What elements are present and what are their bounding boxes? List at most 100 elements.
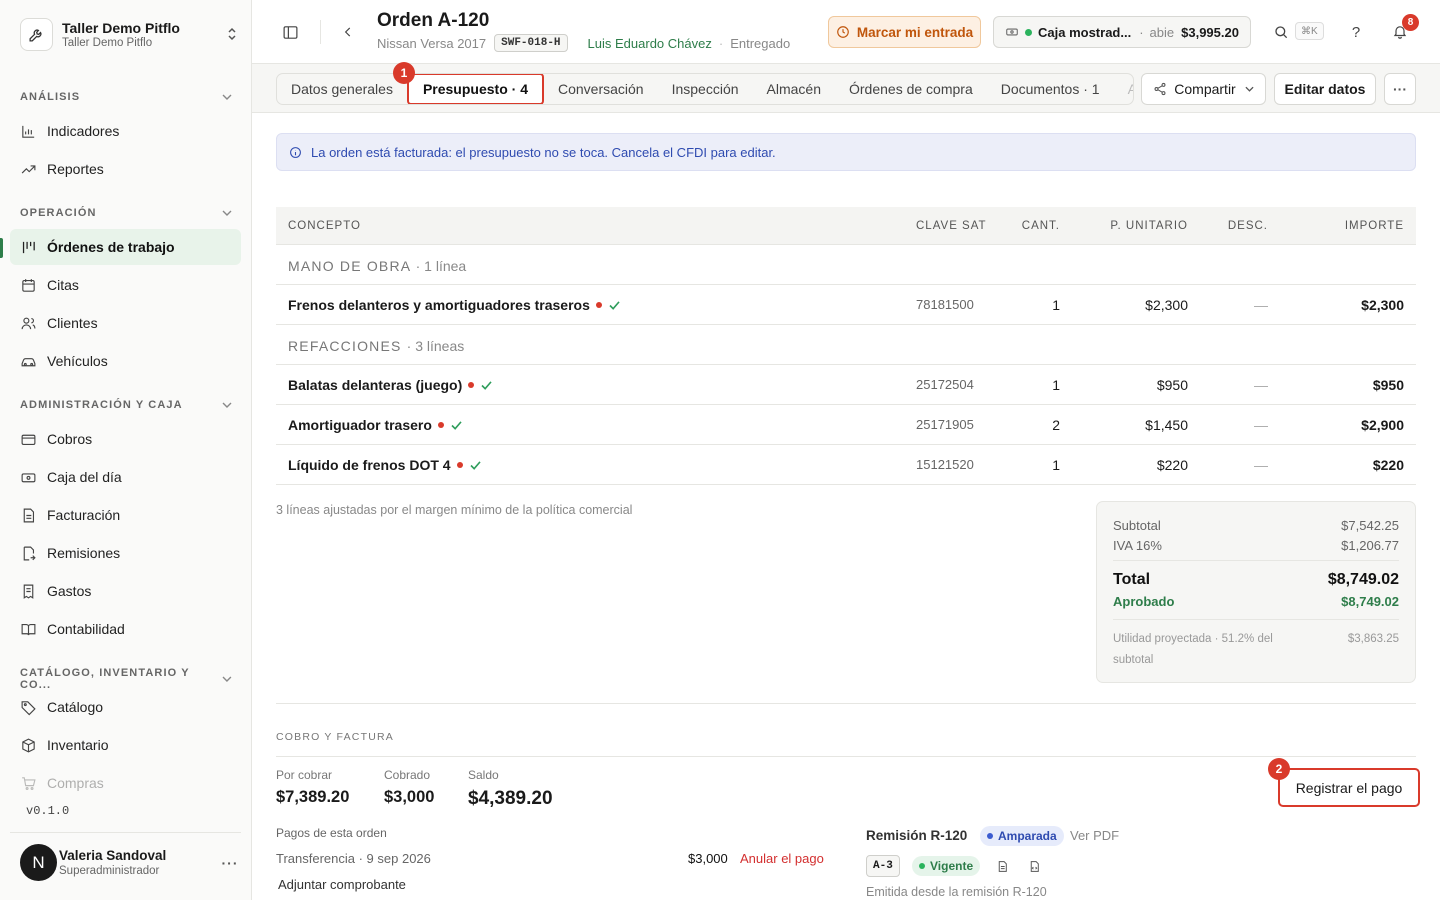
view-pdf-link[interactable]: Ver PDF bbox=[1070, 828, 1119, 843]
status-badge: Vigente bbox=[912, 856, 981, 876]
kanban-icon bbox=[22, 241, 35, 253]
table-row[interactable]: Líquido de frenos DOT 4 15121520 1 $220 … bbox=[276, 445, 1416, 485]
cash-icon bbox=[21, 472, 36, 482]
tab-datos-generales[interactable]: Datos generales bbox=[277, 74, 407, 104]
search-icon[interactable] bbox=[1271, 22, 1291, 42]
register-payment-button[interactable]: Registrar el pago bbox=[1278, 768, 1420, 807]
info-alert: La orden está facturada: el presupuesto … bbox=[276, 133, 1416, 171]
approved-label: Aprobado bbox=[1113, 594, 1175, 609]
main: Orden A-120 Nissan Versa 2017 SWF-018-H … bbox=[252, 0, 1440, 900]
chevron-updown-icon bbox=[224, 26, 240, 42]
status-dot bbox=[468, 382, 475, 388]
line-disc: — bbox=[1254, 377, 1268, 393]
tab-conversacion[interactable]: Conversación bbox=[544, 74, 658, 104]
tab-overflow[interactable]: Ad bbox=[1114, 74, 1133, 104]
edit-button[interactable]: Editar datos bbox=[1274, 73, 1376, 105]
customer-link[interactable]: Luis Eduardo Chávez bbox=[588, 36, 712, 51]
section-catalogo[interactable]: CATÁLOGO, INVENTARIO Y CO... bbox=[20, 667, 232, 691]
invoice-tag: A-3 bbox=[866, 855, 900, 877]
notification-badge: 8 bbox=[1402, 14, 1419, 31]
sidebar-item-compras[interactable]: Compras bbox=[10, 765, 241, 801]
subtotal-value: $7,542.25 bbox=[1341, 518, 1399, 533]
section-operacion[interactable]: OPERACIÓN bbox=[20, 207, 232, 219]
separator: · bbox=[1139, 24, 1144, 40]
remision-title: Remisión R-120 bbox=[866, 828, 968, 843]
total-value: $8,749.02 bbox=[1327, 571, 1399, 588]
tab-inspeccion[interactable]: Inspección bbox=[658, 74, 753, 104]
sidebar-item-remisiones[interactable]: Remisiones bbox=[10, 535, 241, 571]
tab-almacen[interactable]: Almacén bbox=[753, 74, 835, 104]
user-menu[interactable]: N Valeria Sandoval Superadministrador ··… bbox=[10, 832, 241, 892]
table-header: CONCEPTO CLAVE SAT CANT. P. UNITARIO DES… bbox=[276, 207, 1416, 245]
chevron-down-icon bbox=[222, 210, 232, 216]
tab-ordenes-compra[interactable]: Órdenes de compra bbox=[835, 74, 987, 104]
void-payment-link[interactable]: Anular el pago bbox=[740, 851, 824, 866]
table-row[interactable]: Frenos delanteros y amortiguadores trase… bbox=[276, 285, 1416, 325]
line-qty: 2 bbox=[1052, 417, 1060, 433]
sidebar-item-caja[interactable]: Caja del día bbox=[10, 459, 241, 495]
approved-value: $8,749.02 bbox=[1341, 594, 1399, 609]
users-icon bbox=[21, 317, 36, 329]
line-unit: $1,450 bbox=[1145, 417, 1188, 433]
group-label: REFACCIONES · 3 líneas bbox=[288, 338, 465, 354]
back-icon[interactable] bbox=[338, 22, 358, 42]
line-unit: $950 bbox=[1156, 377, 1188, 393]
sidebar-item-cobros[interactable]: Cobros bbox=[10, 421, 241, 457]
app-version: v0.1.0 bbox=[26, 804, 70, 818]
user-role: Superadministrador bbox=[59, 865, 160, 877]
section-administracion[interactable]: ADMINISTRACIÓN Y CAJA bbox=[20, 399, 232, 411]
chevron-down-icon bbox=[222, 676, 232, 682]
sidebar-item-indicadores[interactable]: Indicadores bbox=[10, 113, 241, 149]
sidebar-item-catalogo[interactable]: Catálogo bbox=[10, 689, 241, 725]
table-row[interactable]: Balatas delanteras (juego) 25172504 1 $9… bbox=[276, 365, 1416, 405]
col-sat: CLAVE SAT bbox=[916, 220, 987, 232]
cash-register-selector[interactable]: Caja mostrad... · abie $3,995.20 bbox=[993, 16, 1251, 48]
tag-icon bbox=[21, 700, 36, 715]
check-icon bbox=[609, 300, 620, 310]
line-disc: — bbox=[1254, 457, 1268, 473]
share-button[interactable]: Compartir bbox=[1141, 73, 1266, 105]
iva-value: $1,206.77 bbox=[1341, 538, 1399, 553]
sidebar: Taller Demo Pitflo Taller Demo Pitflo AN… bbox=[0, 0, 252, 900]
register-state: abie bbox=[1149, 24, 1175, 40]
sidebar-item-citas[interactable]: Citas bbox=[10, 267, 241, 303]
col-disc: DESC. bbox=[1227, 220, 1268, 232]
sidebar-item-facturacion[interactable]: Facturación bbox=[10, 497, 241, 533]
attach-receipt-link[interactable]: Adjuntar comprobante bbox=[278, 877, 406, 892]
marker-1: 1 bbox=[393, 62, 415, 84]
table-row[interactable]: Amortiguador trasero 25171905 2 $1,450 —… bbox=[276, 405, 1416, 445]
sidebar-item-gastos[interactable]: Gastos bbox=[10, 573, 241, 609]
check-icon bbox=[481, 380, 492, 390]
document-icon[interactable] bbox=[994, 857, 1010, 875]
sidebar-toggle-icon[interactable] bbox=[280, 22, 300, 42]
line-qty: 1 bbox=[1052, 297, 1060, 313]
tab-presupuesto[interactable]: Presupuesto · 4 bbox=[406, 74, 544, 104]
checkin-button[interactable]: Marcar mi entrada bbox=[828, 16, 981, 48]
status-dot bbox=[595, 302, 602, 308]
xml-file-icon[interactable] bbox=[1026, 857, 1042, 875]
sidebar-item-vehiculos[interactable]: Vehículos bbox=[10, 343, 241, 379]
sidebar-item-reportes[interactable]: Reportes bbox=[10, 151, 241, 187]
sidebar-item-contabilidad[interactable]: Contabilidad bbox=[10, 611, 241, 647]
adjustment-note: 3 líneas ajustadas por el margen mínimo … bbox=[276, 503, 633, 517]
line-qty: 1 bbox=[1052, 457, 1060, 473]
avatar: N bbox=[20, 844, 57, 881]
sidebar-item-ordenes[interactable]: Órdenes de trabajo bbox=[10, 229, 241, 265]
more-icon[interactable]: ··· bbox=[219, 855, 241, 871]
line-name: Amortiguador trasero bbox=[288, 417, 462, 433]
sidebar-item-inventario[interactable]: Inventario bbox=[10, 727, 241, 763]
tab-documentos[interactable]: Documentos · 1 bbox=[987, 74, 1114, 104]
line-qty: 1 bbox=[1052, 377, 1060, 393]
section-title: COBRO Y FACTURA bbox=[276, 731, 394, 743]
emitted-note: Emitida desde la remisión R-120 bbox=[866, 885, 1047, 899]
more-button[interactable]: ··· bbox=[1384, 73, 1416, 105]
workspace-switcher[interactable]: Taller Demo Pitflo Taller Demo Pitflo bbox=[20, 16, 240, 52]
line-unit: $2,300 bbox=[1145, 297, 1188, 313]
section-analisis[interactable]: ANÁLISIS bbox=[20, 91, 232, 103]
order-status: Entregado bbox=[730, 35, 791, 51]
sidebar-item-clientes[interactable]: Clientes bbox=[10, 305, 241, 341]
help-icon[interactable]: ? bbox=[1346, 22, 1366, 42]
line-unit: $220 bbox=[1156, 457, 1188, 473]
bar-chart-icon bbox=[22, 125, 35, 138]
line-sat: 15121520 bbox=[916, 457, 974, 472]
